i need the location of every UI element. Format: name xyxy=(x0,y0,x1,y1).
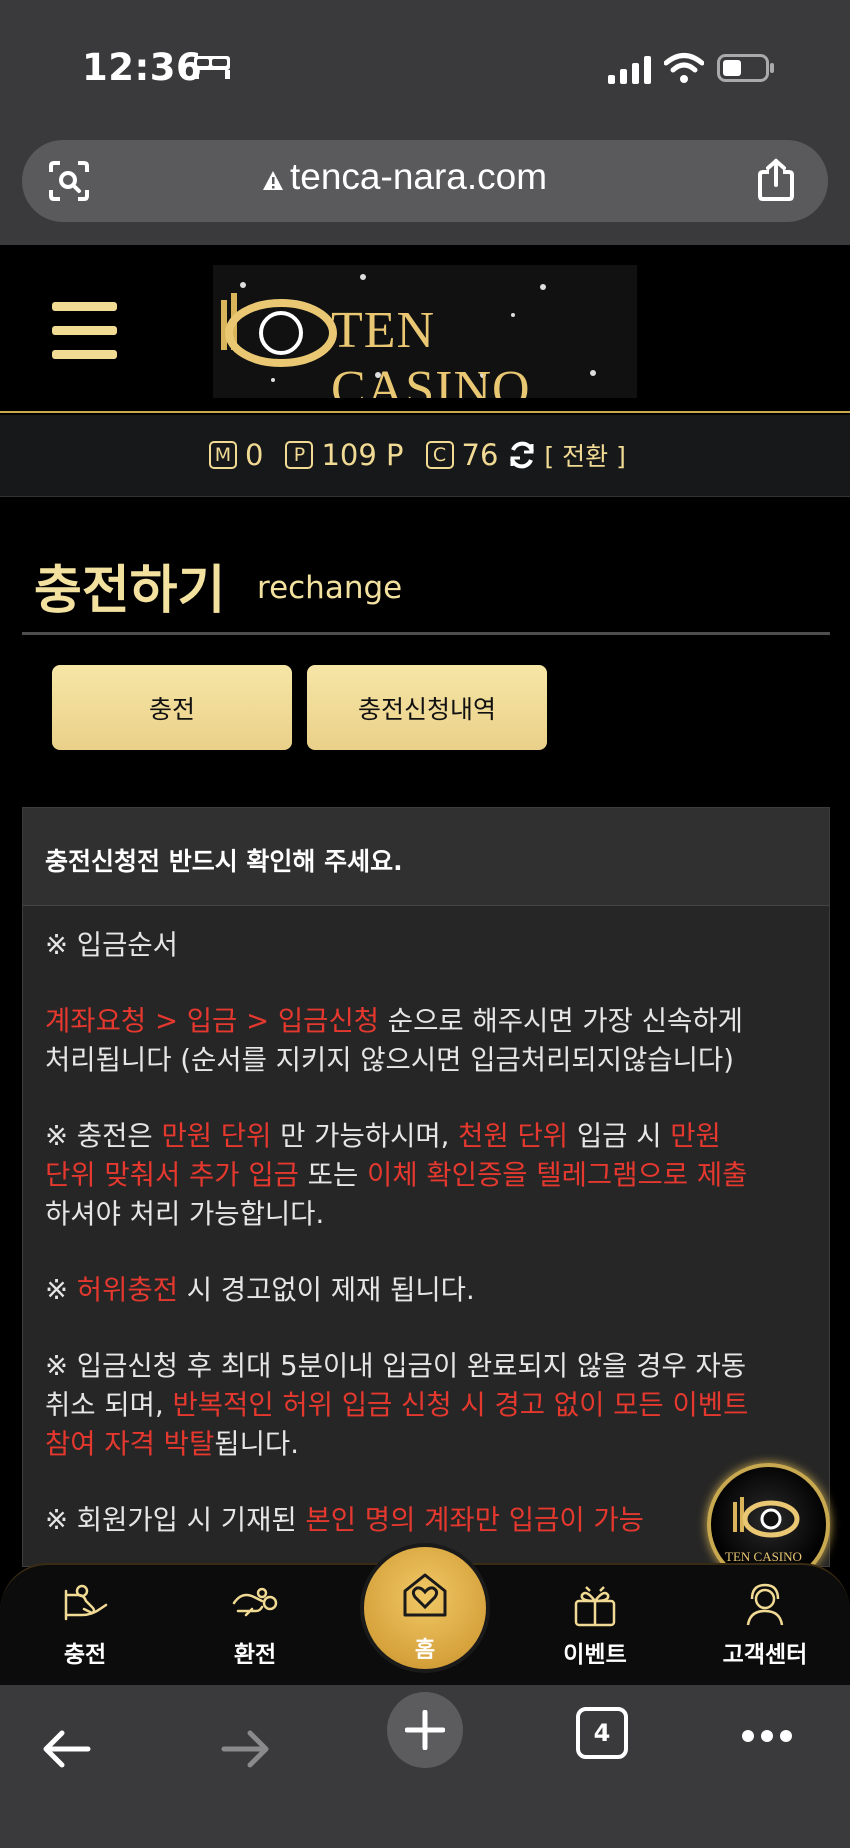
notice-text-red: 만원 xyxy=(670,1120,721,1152)
charge-hand-icon xyxy=(64,1584,108,1621)
notice-text-red: 허위충전 xyxy=(76,1274,178,1306)
notice-text: 취소 되며, xyxy=(45,1389,173,1421)
share-icon[interactable] xyxy=(757,158,795,202)
notice-deposit-order-title: ※ 입금순서 xyxy=(45,929,178,961)
nav-charge-label: 충전 xyxy=(63,1642,107,1668)
nav-event-label: 이벤트 xyxy=(563,1642,627,1668)
notice-text: ※ 회원가입 시 기재된 xyxy=(45,1504,306,1536)
notice-text-red: 반복적인 허위 입금 신청 시 경고 없이 모든 이벤트 xyxy=(172,1389,749,1421)
warning-icon xyxy=(263,171,283,190)
nav-home-label: 홈 xyxy=(414,1638,436,1663)
nav-event[interactable]: 이벤트 xyxy=(535,1565,655,1687)
status-bar: 12:36 xyxy=(0,0,850,130)
nav-exchange-label: 환전 xyxy=(233,1642,277,1668)
coin-value: 76 xyxy=(461,438,499,472)
switch-button[interactable]: [ 전환 ] xyxy=(544,437,625,473)
nav-charge[interactable]: 충전 xyxy=(25,1565,145,1687)
charge-history-tab-button[interactable]: 충전신청내역 xyxy=(307,665,547,750)
money-value: 0 xyxy=(245,438,264,472)
status-time: 12:36 xyxy=(82,46,203,89)
notice-panel: 충전신청전 반드시 확인해 주세요. ※ 입금순서 계좌요청 > 입금 > 입금… xyxy=(22,807,830,1567)
hamburger-menu-icon[interactable] xyxy=(52,302,117,360)
site-logo[interactable]: TEN CASINO xyxy=(213,265,637,398)
point-badge: P xyxy=(285,441,314,469)
cellular-signal-icon xyxy=(608,56,651,84)
page-subtitle: rechange xyxy=(257,570,403,606)
refresh-icon[interactable] xyxy=(508,441,536,469)
notice-deposit-order: 계좌요청 > 입금 > 입금신청 순으로 해주시면 가장 신속하게 처리됩니다 … xyxy=(45,1002,831,1080)
plus-icon xyxy=(405,1710,445,1750)
title-divider xyxy=(22,632,830,635)
nav-support[interactable]: 고객센터 xyxy=(705,1565,825,1687)
url-bar[interactable]: tenca-nara.com xyxy=(22,140,828,222)
notice-text-red: 단위 맞춰서 추가 입금 xyxy=(45,1159,299,1191)
notice-text-red: 이체 확인증을 텔레그램으로 제출 xyxy=(367,1159,748,1191)
back-arrow-icon[interactable] xyxy=(40,1729,92,1769)
charge-tab-button[interactable]: 충전 xyxy=(52,665,292,750)
notice-text: 순으로 해주시면 가장 신속하게 xyxy=(379,1005,743,1037)
nav-home-button[interactable]: 홈 xyxy=(360,1543,490,1673)
notice-text: 시 경고없이 제재 됩니다. xyxy=(178,1274,475,1306)
notice-text-red: 천원 단위 xyxy=(458,1120,569,1152)
notice-text: ※ 충전은 xyxy=(45,1120,162,1152)
forward-arrow-icon[interactable] xyxy=(220,1729,272,1769)
balance-bar: M 0 P 109 P C 76 [ 전환 ] xyxy=(0,415,850,497)
point-value: 109 P xyxy=(321,438,404,472)
notice-text: ※ 입금신청 후 최대 5분이내 입금이 완료되지 않을 경우 자동 xyxy=(45,1350,747,1382)
notice-text-red: 참여 자격 박탈 xyxy=(45,1428,215,1460)
notice-text: ※ xyxy=(45,1274,77,1306)
notice-text: 하셔야 처리 가능합니다. xyxy=(45,1198,325,1230)
page-title: 충전하기 xyxy=(34,561,226,621)
wifi-icon xyxy=(664,53,704,83)
notice-text: 만 가능하시며, xyxy=(271,1120,459,1152)
camera-search-icon[interactable] xyxy=(48,160,90,202)
notice-text: 입금 시 xyxy=(568,1120,671,1152)
customer-support-icon xyxy=(746,1583,784,1626)
url-text[interactable]: tenca-nara.com xyxy=(290,156,547,198)
battery-icon xyxy=(717,54,774,82)
nav-support-label: 고객센터 xyxy=(722,1642,808,1668)
new-tab-button[interactable] xyxy=(387,1692,463,1768)
tab-switcher-button[interactable]: 4 xyxy=(576,1707,628,1759)
sleep-focus-icon xyxy=(194,56,230,79)
nav-exchange[interactable]: 환전 xyxy=(195,1565,315,1687)
money-badge: M xyxy=(209,441,237,469)
notice-text: 또는 xyxy=(298,1159,368,1191)
notice-text-red: 만원 단위 xyxy=(161,1120,272,1152)
balance-row: M 0 P 109 P C 76 [ 전환 ] xyxy=(209,437,626,473)
notice-text: 됩니다. xyxy=(214,1428,299,1460)
notice-false-charge: ※ 허위충전 시 경고없이 제재 됩니다. xyxy=(45,1271,831,1310)
browser-toolbar: 4 xyxy=(0,1685,850,1848)
notice-header: 충전신청전 반드시 확인해 주세요. xyxy=(23,808,829,906)
browser-address-area: tenca-nara.com xyxy=(0,130,850,245)
notice-text-red: 본인 명의 계좌만 입금이 가능 xyxy=(305,1504,644,1536)
notice-auto-cancel: ※ 입금신청 후 최대 5분이내 입금이 완료되지 않을 경우 자동 취소 되며… xyxy=(45,1347,831,1464)
notice-unit-rule: ※ 충전은 만원 단위 만 가능하시며, 천원 단위 입금 시 만원 단위 맞춰… xyxy=(45,1117,831,1234)
notice-text: 처리됩니다 (순서를 지키지 않으시면 입금처리되지않습니다) xyxy=(45,1044,734,1076)
site-header: TEN CASINO xyxy=(0,245,850,413)
notice-text-red: 계좌요청 > 입금 > 입금신청 xyxy=(45,1005,380,1037)
more-dots-icon[interactable] xyxy=(741,1729,793,1743)
exchange-hand-icon xyxy=(232,1587,278,1617)
home-heart-icon xyxy=(403,1573,447,1617)
coin-badge: C xyxy=(425,441,454,469)
gift-icon xyxy=(574,1586,616,1627)
logo-text: TEN CASINO xyxy=(331,302,531,398)
notice-header-text: 충전신청전 반드시 확인해 주세요. xyxy=(45,847,403,876)
